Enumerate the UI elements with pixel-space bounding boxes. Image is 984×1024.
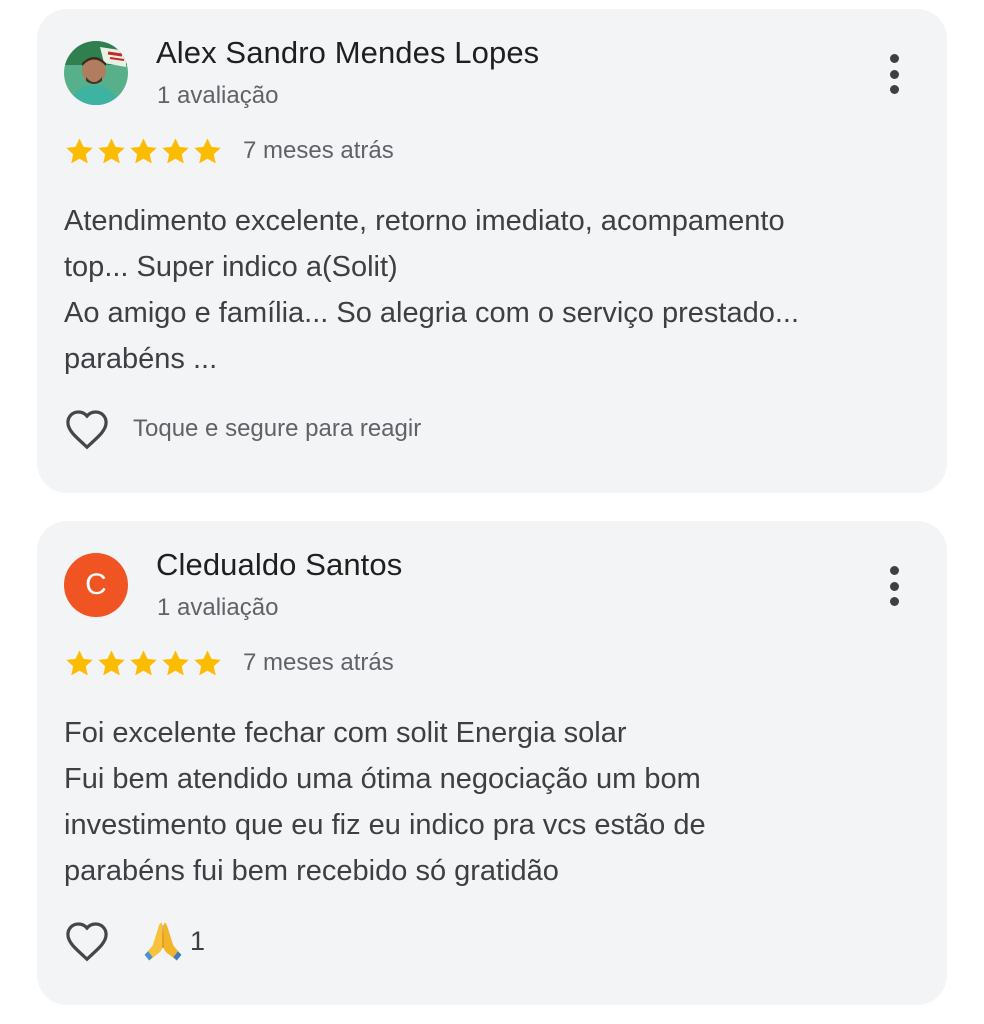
review-text-line: parabéns fui bem recebido só gratidão [64, 855, 559, 887]
star-icon [66, 649, 93, 675]
avatar-letter: C [85, 568, 107, 601]
star-rating [64, 648, 223, 679]
more-vert-icon [889, 597, 899, 606]
avatar-photo [64, 41, 128, 105]
more-options-button[interactable] [881, 54, 907, 94]
folded-hands-emoji-icon[interactable] [140, 918, 186, 964]
more-options-button[interactable] [881, 566, 907, 606]
more-vert-icon [889, 54, 899, 63]
author-avatar[interactable] [64, 41, 128, 105]
star-icon [130, 649, 157, 675]
author-review-count: 1 avaliação [157, 594, 279, 621]
review-text-line: Ao amigo e família... So alegria com o s… [64, 297, 800, 329]
review-text-line: Fui bem atendido uma ótima negociação um… [64, 763, 701, 795]
review-card: C Cledualdo Santos 1 avaliação 7 meses a… [37, 521, 947, 1005]
reaction-count: 1 [190, 925, 206, 956]
star-icon [66, 137, 93, 163]
star-icon [130, 137, 157, 163]
review-time: 7 meses atrás [243, 649, 394, 676]
review-text-line: Atendimento excelente, retorno imediato,… [64, 205, 785, 237]
review-time: 7 meses atrás [243, 137, 394, 164]
react-hint-text: Toque e segure para reagir [133, 415, 422, 442]
author-name[interactable]: Cledualdo Santos [156, 547, 402, 583]
rating-row: 7 meses atrás [64, 645, 394, 681]
heart-outline-icon[interactable] [64, 408, 110, 450]
author-name[interactable]: Alex Sandro Mendes Lopes [156, 35, 539, 71]
more-vert-icon [889, 85, 899, 94]
rating-row: 7 meses atrás [64, 133, 394, 169]
reaction-row: 1 [64, 918, 205, 964]
star-icon [98, 137, 125, 163]
author-review-count: 1 avaliação [157, 82, 279, 109]
star-icon [194, 137, 221, 163]
more-vert-icon [889, 566, 899, 575]
review-text-line: top... Super indico a(Solit) [64, 251, 398, 283]
review-text: Foi excelente fechar com solit Energia s… [64, 710, 914, 894]
review-text-line: parabéns ... [64, 343, 218, 375]
star-rating [64, 136, 223, 167]
reaction-row: Toque e segure para reagir [64, 406, 421, 452]
review-card: Alex Sandro Mendes Lopes 1 avaliação 7 m… [37, 9, 947, 493]
review-text: Atendimento excelente, retorno imediato,… [64, 198, 914, 382]
heart-outline-icon[interactable] [64, 920, 110, 962]
more-vert-icon [889, 581, 899, 591]
star-icon [194, 649, 221, 675]
review-text-line: Foi excelente fechar com solit Energia s… [64, 717, 627, 749]
more-vert-icon [889, 69, 899, 79]
star-icon [98, 649, 125, 675]
star-icon [162, 137, 189, 163]
star-icon [162, 649, 189, 675]
author-avatar[interactable]: C [64, 553, 128, 617]
review-text-line: investimento que eu fiz eu indico pra vc… [64, 809, 706, 841]
